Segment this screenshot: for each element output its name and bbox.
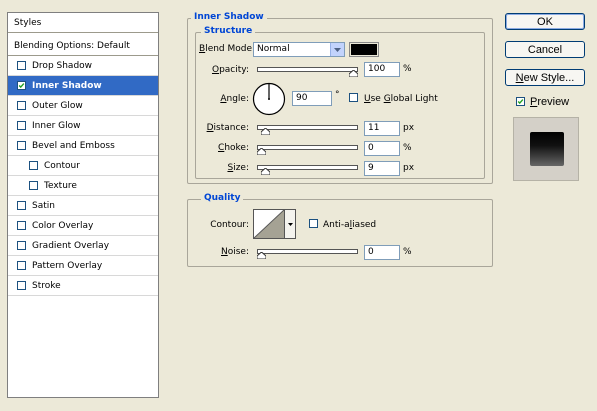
style-item-label: Inner Glow — [32, 120, 81, 131]
blend-mode-value: Normal — [257, 44, 290, 54]
distance-slider-thumb[interactable] — [260, 128, 270, 135]
style-item-checkbox[interactable] — [29, 181, 38, 190]
style-item-stroke[interactable]: Stroke — [8, 276, 158, 296]
blend-mode-label: Blend Mode: — [199, 44, 256, 54]
angle-input[interactable]: 90 — [292, 91, 332, 106]
angle-dial[interactable] — [252, 82, 286, 116]
size-slider-thumb[interactable] — [260, 168, 270, 175]
noise-slider-thumb[interactable] — [257, 252, 266, 259]
contour-dropdown-button[interactable] — [285, 209, 296, 239]
contour-label: Contour: — [210, 220, 249, 230]
quality-title: Quality — [201, 193, 244, 203]
styles-panel: Styles Blending Options: Default Drop Sh… — [7, 12, 159, 398]
style-item-checkbox[interactable] — [17, 221, 26, 230]
blend-mode-select[interactable]: Normal — [253, 42, 345, 57]
style-item-checkbox[interactable] — [17, 261, 26, 270]
style-item-pattern-overlay[interactable]: Pattern Overlay — [8, 256, 158, 276]
style-item-checkbox[interactable] — [17, 121, 26, 130]
opacity-input[interactable]: 100 — [364, 62, 400, 77]
style-item-label: Color Overlay — [32, 220, 94, 231]
shadow-color-fill — [351, 44, 377, 55]
size-input[interactable]: 9 — [364, 161, 400, 176]
style-item-label: Contour — [44, 160, 80, 171]
style-item-label: Texture — [44, 180, 77, 191]
styles-header: Styles — [8, 13, 158, 33]
angle-unit: ° — [335, 90, 340, 100]
check-icon — [517, 99, 524, 105]
size-slider-track[interactable] — [257, 165, 358, 170]
use-global-light-checkbox[interactable] — [349, 93, 358, 102]
style-item-checkbox[interactable] — [17, 201, 26, 210]
blending-options-item[interactable]: Blending Options: Default — [8, 36, 158, 56]
distance-label: Distance: — [206, 123, 249, 133]
style-item-label: Bevel and Emboss — [32, 140, 115, 151]
style-item-label: Drop Shadow — [32, 60, 93, 71]
use-global-light-label: Use Global Light — [364, 94, 438, 104]
style-item-color-overlay[interactable]: Color Overlay — [8, 216, 158, 236]
contour-preview[interactable] — [253, 209, 285, 239]
style-item-checkbox[interactable] — [17, 61, 26, 70]
style-item-checkbox[interactable] — [17, 281, 26, 290]
new-style-mnemonic: N — [515, 71, 524, 84]
style-item-inner-glow[interactable]: Inner Glow — [8, 116, 158, 136]
ok-button[interactable]: OK — [505, 13, 585, 30]
size-unit: px — [403, 163, 415, 173]
distance-input[interactable]: 11 — [364, 121, 400, 136]
opacity-slider-thumb[interactable] — [349, 70, 358, 77]
style-item-label: Inner Shadow — [32, 80, 102, 91]
size-label: Size: — [227, 163, 249, 173]
style-item-drop-shadow[interactable]: Drop Shadow — [8, 56, 158, 76]
preview-thumbnail — [530, 132, 564, 166]
noise-slider-track[interactable] — [257, 249, 358, 254]
choke-label: Choke: — [218, 143, 249, 153]
style-item-checkbox[interactable] — [17, 81, 26, 90]
choke-unit: % — [403, 143, 412, 153]
anti-aliased-label: Anti-aliased — [323, 220, 377, 230]
noise-input[interactable]: 0 — [364, 245, 400, 260]
style-item-bevel-and-emboss[interactable]: Bevel and Emboss — [8, 136, 158, 156]
cancel-button[interactable]: Cancel — [505, 41, 585, 58]
angle-label: Angle: — [220, 94, 249, 104]
style-item-outer-glow[interactable]: Outer Glow — [8, 96, 158, 116]
opacity-slider-track[interactable] — [257, 67, 358, 72]
style-item-checkbox[interactable] — [17, 101, 26, 110]
noise-unit: % — [403, 247, 412, 257]
new-style-button[interactable]: New Style... — [505, 69, 585, 86]
distance-slider-track[interactable] — [257, 125, 358, 130]
style-item-label: Satin — [32, 200, 55, 211]
style-item-label: Outer Glow — [32, 100, 83, 111]
chevron-down-icon[interactable] — [330, 43, 344, 56]
blend-mode-label-rest: lend Mode: — [205, 44, 256, 54]
style-item-contour[interactable]: Contour — [8, 156, 158, 176]
style-item-gradient-overlay[interactable]: Gradient Overlay — [8, 236, 158, 256]
style-item-satin[interactable]: Satin — [8, 196, 158, 216]
preview-swatch — [513, 117, 579, 181]
preview-label: Preview — [530, 96, 570, 108]
style-item-inner-shadow[interactable]: Inner Shadow — [8, 76, 158, 96]
new-style-rest: ew Style... — [523, 71, 575, 84]
style-item-checkbox[interactable] — [17, 141, 26, 150]
style-item-label: Gradient Overlay — [32, 240, 110, 251]
distance-unit: px — [403, 123, 415, 133]
structure-title: Structure — [201, 26, 256, 36]
contour-curve-icon — [253, 209, 285, 239]
preview-checkbox[interactable] — [516, 97, 525, 106]
style-item-label: Stroke — [32, 280, 61, 291]
opacity-label: Opacity: — [211, 65, 249, 75]
chevron-down-icon — [287, 222, 293, 226]
style-item-checkbox[interactable] — [29, 161, 38, 170]
opacity-unit: % — [403, 64, 412, 74]
style-item-checkbox[interactable] — [17, 241, 26, 250]
check-icon — [18, 83, 25, 89]
anti-aliased-checkbox[interactable] — [309, 219, 318, 228]
style-item-texture[interactable]: Texture — [8, 176, 158, 196]
style-item-label: Pattern Overlay — [32, 260, 103, 271]
choke-input[interactable]: 0 — [364, 141, 400, 156]
shadow-color-swatch[interactable] — [349, 42, 379, 57]
choke-slider-track[interactable] — [257, 145, 358, 150]
inner-shadow-title: Inner Shadow — [191, 12, 267, 22]
choke-slider-thumb[interactable] — [257, 148, 266, 155]
noise-label: Noise: — [221, 247, 249, 257]
